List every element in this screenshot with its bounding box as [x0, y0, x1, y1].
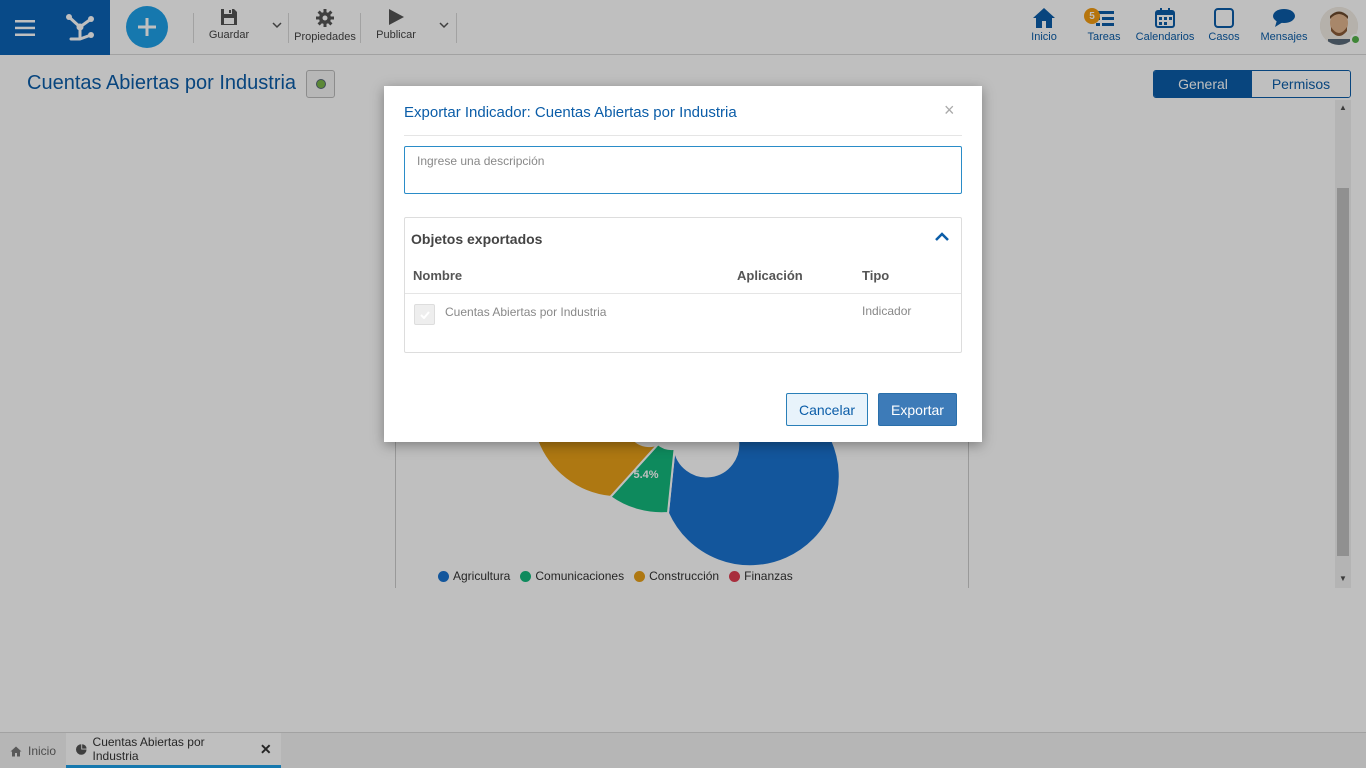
close-icon[interactable]: × [944, 100, 955, 121]
dialog-title: Exportar Indicador: Cuentas Abiertas por… [404, 104, 737, 121]
divider [405, 293, 961, 294]
export-indicator-dialog: Exportar Indicador: Cuentas Abiertas por… [384, 86, 982, 442]
row-name-cell: Cuentas Abiertas por Industria [445, 305, 607, 319]
export-button[interactable]: Exportar [878, 393, 957, 426]
divider [404, 135, 962, 136]
column-header-application[interactable]: Aplicación [737, 268, 803, 283]
cancel-button[interactable]: Cancelar [786, 393, 868, 426]
column-header-name[interactable]: Nombre [413, 268, 462, 283]
column-header-type[interactable]: Tipo [862, 268, 889, 283]
checkmark-icon [419, 310, 430, 319]
description-input[interactable] [404, 146, 962, 194]
row-type-cell: Indicador [862, 304, 912, 318]
chevron-up-icon[interactable] [935, 232, 949, 242]
exported-objects-panel: Objetos exportados Nombre Aplicación Tip… [404, 217, 962, 353]
row-checkbox[interactable] [414, 304, 435, 325]
panel-title: Objetos exportados [411, 231, 543, 247]
